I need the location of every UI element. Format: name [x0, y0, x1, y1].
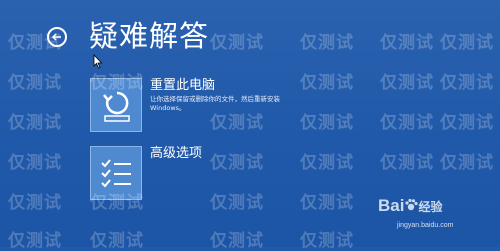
reset-pc-option[interactable]: 重置此电脑 让你选择保留或删除你的文件，然后重新安装 Windows。 — [90, 78, 390, 136]
back-button[interactable] — [47, 27, 67, 47]
baidu-brand-suffix: 经验 — [418, 200, 443, 214]
reset-pc-title: 重置此电脑 — [150, 78, 216, 93]
back-arrow-icon — [51, 33, 61, 41]
mouse-cursor-icon — [93, 54, 103, 69]
page-title: 疑难解答 — [89, 19, 210, 53]
paw-icon — [405, 198, 419, 211]
baidu-brand-text: Bai — [378, 196, 405, 215]
baidu-logo: Bai 经验 — [378, 196, 442, 216]
site-url: jingyan.baidu.com — [397, 222, 454, 229]
reset-pc-icon — [90, 78, 142, 132]
reset-pc-description: 让你选择保留或删除你的文件，然后重新安装 Windows。 — [150, 95, 280, 112]
advanced-options-title: 高级选项 — [150, 146, 203, 161]
advanced-options-option[interactable]: 高级选项 — [90, 146, 390, 204]
checklist-icon — [90, 146, 142, 200]
